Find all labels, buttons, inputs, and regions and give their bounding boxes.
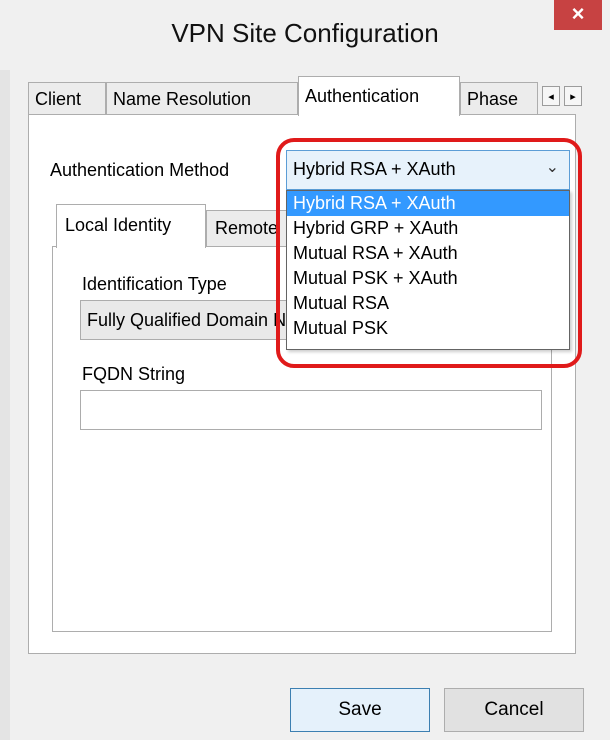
identification-type-label: Identification Type: [82, 274, 227, 294]
close-button[interactable]: ×: [554, 0, 602, 30]
dropdown-option[interactable]: Mutual RSA + XAuth: [287, 241, 569, 266]
close-icon: ×: [571, 1, 585, 26]
arrow-left-icon: ◂: [548, 91, 554, 103]
authentication-method-label: Authentication Method: [50, 160, 230, 180]
title-bar: VPN Site Configuration ×: [0, 0, 610, 70]
tab-label: Local Identity: [65, 215, 172, 235]
tab-label: Name Resolution: [113, 89, 252, 109]
cancel-button[interactable]: Cancel: [444, 688, 584, 732]
dropdown-option[interactable]: Hybrid RSA + XAuth: [287, 191, 569, 216]
tab-local-identity[interactable]: Local Identity: [56, 204, 206, 248]
tab-label: Phase: [467, 89, 519, 109]
tab-scroll-left-button[interactable]: ◂: [542, 86, 560, 106]
dropdown-option[interactable]: Mutual PSK: [287, 316, 569, 341]
tab-phase[interactable]: Phase: [460, 82, 538, 114]
tab-name-resolution[interactable]: Name Resolution: [106, 82, 298, 114]
dropdown-option[interactable]: Mutual RSA: [287, 291, 569, 316]
dropdown-option[interactable]: Mutual PSK + XAuth: [287, 266, 569, 291]
authentication-method-select[interactable]: Hybrid RSA + XAuth ⌄: [286, 150, 570, 190]
tab-label: Remote: [215, 218, 279, 238]
arrow-right-icon: ▸: [570, 91, 576, 103]
dropdown-option[interactable]: Hybrid GRP + XAuth: [287, 216, 569, 241]
fqdn-string-label: FQDN String: [82, 364, 186, 384]
tab-scroll-right-button[interactable]: ▸: [564, 86, 582, 106]
authentication-method-dropdown: Hybrid RSA + XAuth Hybrid GRP + XAuth Mu…: [286, 190, 570, 350]
tab-client[interactable]: Client: [28, 82, 106, 114]
fqdn-string-input[interactable]: [80, 390, 542, 430]
tab-label: Client: [35, 89, 82, 109]
save-button[interactable]: Save: [290, 688, 430, 732]
tab-remote-identity[interactable]: Remote: [206, 210, 290, 246]
tab-authentication[interactable]: Authentication: [298, 76, 460, 116]
window-title: VPN Site Configuration: [171, 18, 439, 48]
tab-label: Authentication: [305, 86, 420, 106]
selected-value: Hybrid RSA + XAuth: [293, 159, 456, 179]
chevron-down-icon: ⌄: [545, 159, 559, 176]
